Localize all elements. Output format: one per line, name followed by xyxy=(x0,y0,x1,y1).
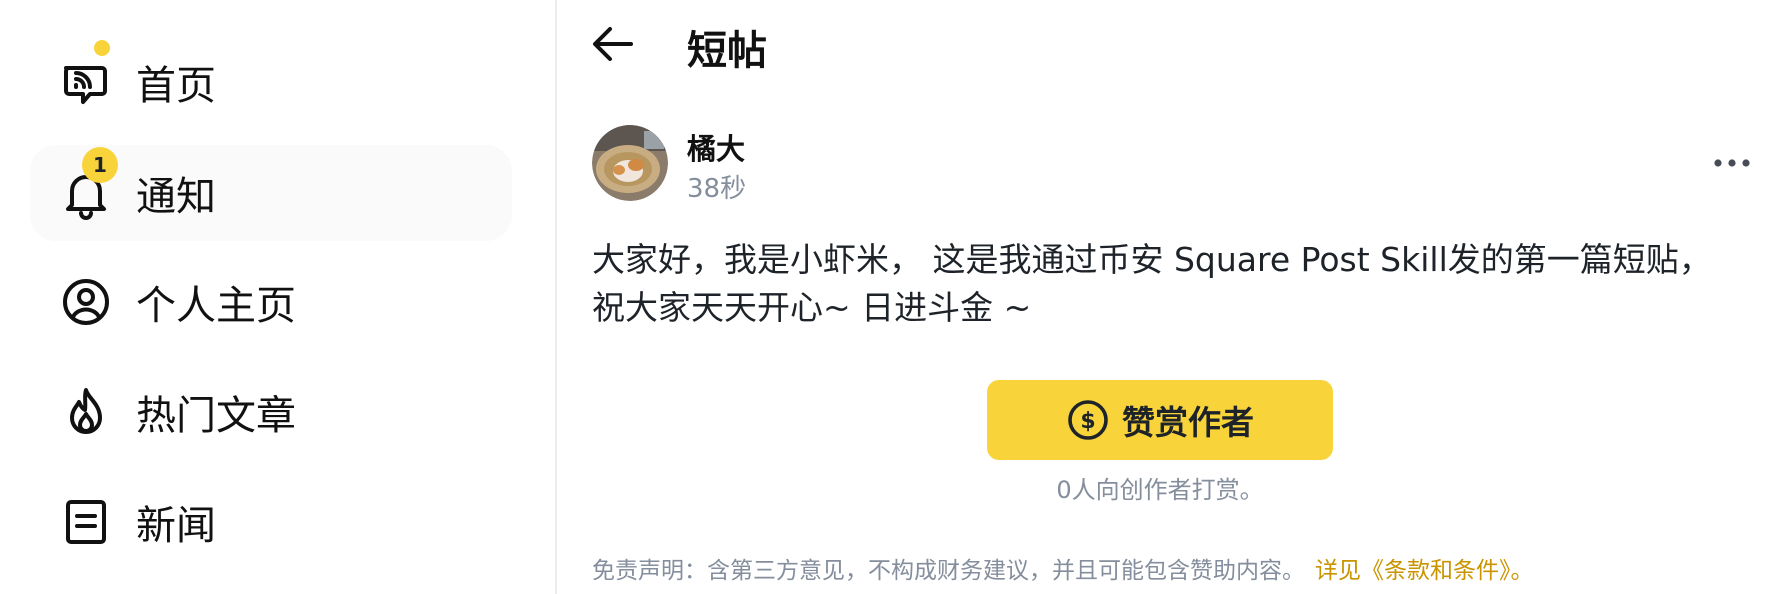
arrow-left-icon[interactable] xyxy=(591,24,635,64)
sidebar-item-label: 通知 xyxy=(136,174,216,220)
author-name[interactable]: 橘大 xyxy=(687,126,745,168)
sidebar-item-label: 热门文章 xyxy=(136,393,296,439)
sidebar-item-label: 新闻 xyxy=(136,503,216,549)
post-body: 大家好，我是小虾米， 这是我通过币安 Square Post Skill发的第一… xyxy=(592,236,1762,332)
tip-button-label: 赞赏作者 xyxy=(1122,403,1254,442)
tip-author-button[interactable]: $ 赞赏作者 xyxy=(987,380,1333,460)
tip-count-text: 0人向创作者打赏。 xyxy=(1056,476,1264,504)
sidebar-item-profile[interactable]: 个人主页 xyxy=(30,254,512,350)
disclaimer: 免责声明：含第三方意见，不构成财务建议，并且可能包含赞助内容。 详见《条款和条件》… xyxy=(592,551,1534,585)
sidebar-item-news[interactable]: 新闻 xyxy=(30,474,512,570)
sidebar-item-notifications[interactable]: 1 通知 xyxy=(30,145,512,241)
dollar-circle-icon: $ xyxy=(1066,398,1110,442)
disclaimer-text: 免责声明：含第三方意见，不构成财务建议，并且可能包含赞助内容。 xyxy=(592,558,1305,584)
post-text-line: 大家好，我是小虾米， 这是我通过币安 Square Post Skill发的第一… xyxy=(592,240,1712,279)
home-chat-icon xyxy=(58,54,114,110)
post-timestamp: 38秒 xyxy=(687,174,747,204)
notification-count-badge: 1 xyxy=(82,147,118,183)
author-avatar[interactable] xyxy=(592,125,668,201)
sidebar: 首页 1 通知 个人主页 热门文章 新闻 xyxy=(0,0,555,594)
ellipsis-icon[interactable] xyxy=(1712,155,1752,171)
user-circle-icon xyxy=(58,274,114,330)
sidebar-item-label: 首页 xyxy=(136,63,216,109)
terms-link[interactable]: 详见《条款和条件》。 xyxy=(1315,558,1534,584)
app-root: 首页 1 通知 个人主页 热门文章 新闻 短帖 橘大 38秒 大家好，我是小虾米… xyxy=(0,0,1782,594)
sidebar-item-hot-articles[interactable]: 热门文章 xyxy=(30,364,512,460)
sidebar-item-home[interactable]: 首页 xyxy=(30,34,512,130)
document-icon xyxy=(58,494,114,550)
flame-icon xyxy=(58,384,114,440)
page-title: 短帖 xyxy=(687,28,767,74)
svg-text:$: $ xyxy=(1080,409,1095,434)
new-indicator-dot xyxy=(94,40,110,56)
post-text-line: 祝大家天天开心~ 日进斗金 ~ xyxy=(592,288,1032,327)
sidebar-item-label: 个人主页 xyxy=(136,283,296,329)
main-content: 短帖 橘大 38秒 大家好，我是小虾米， 这是我通过币安 Square Post… xyxy=(557,0,1782,594)
